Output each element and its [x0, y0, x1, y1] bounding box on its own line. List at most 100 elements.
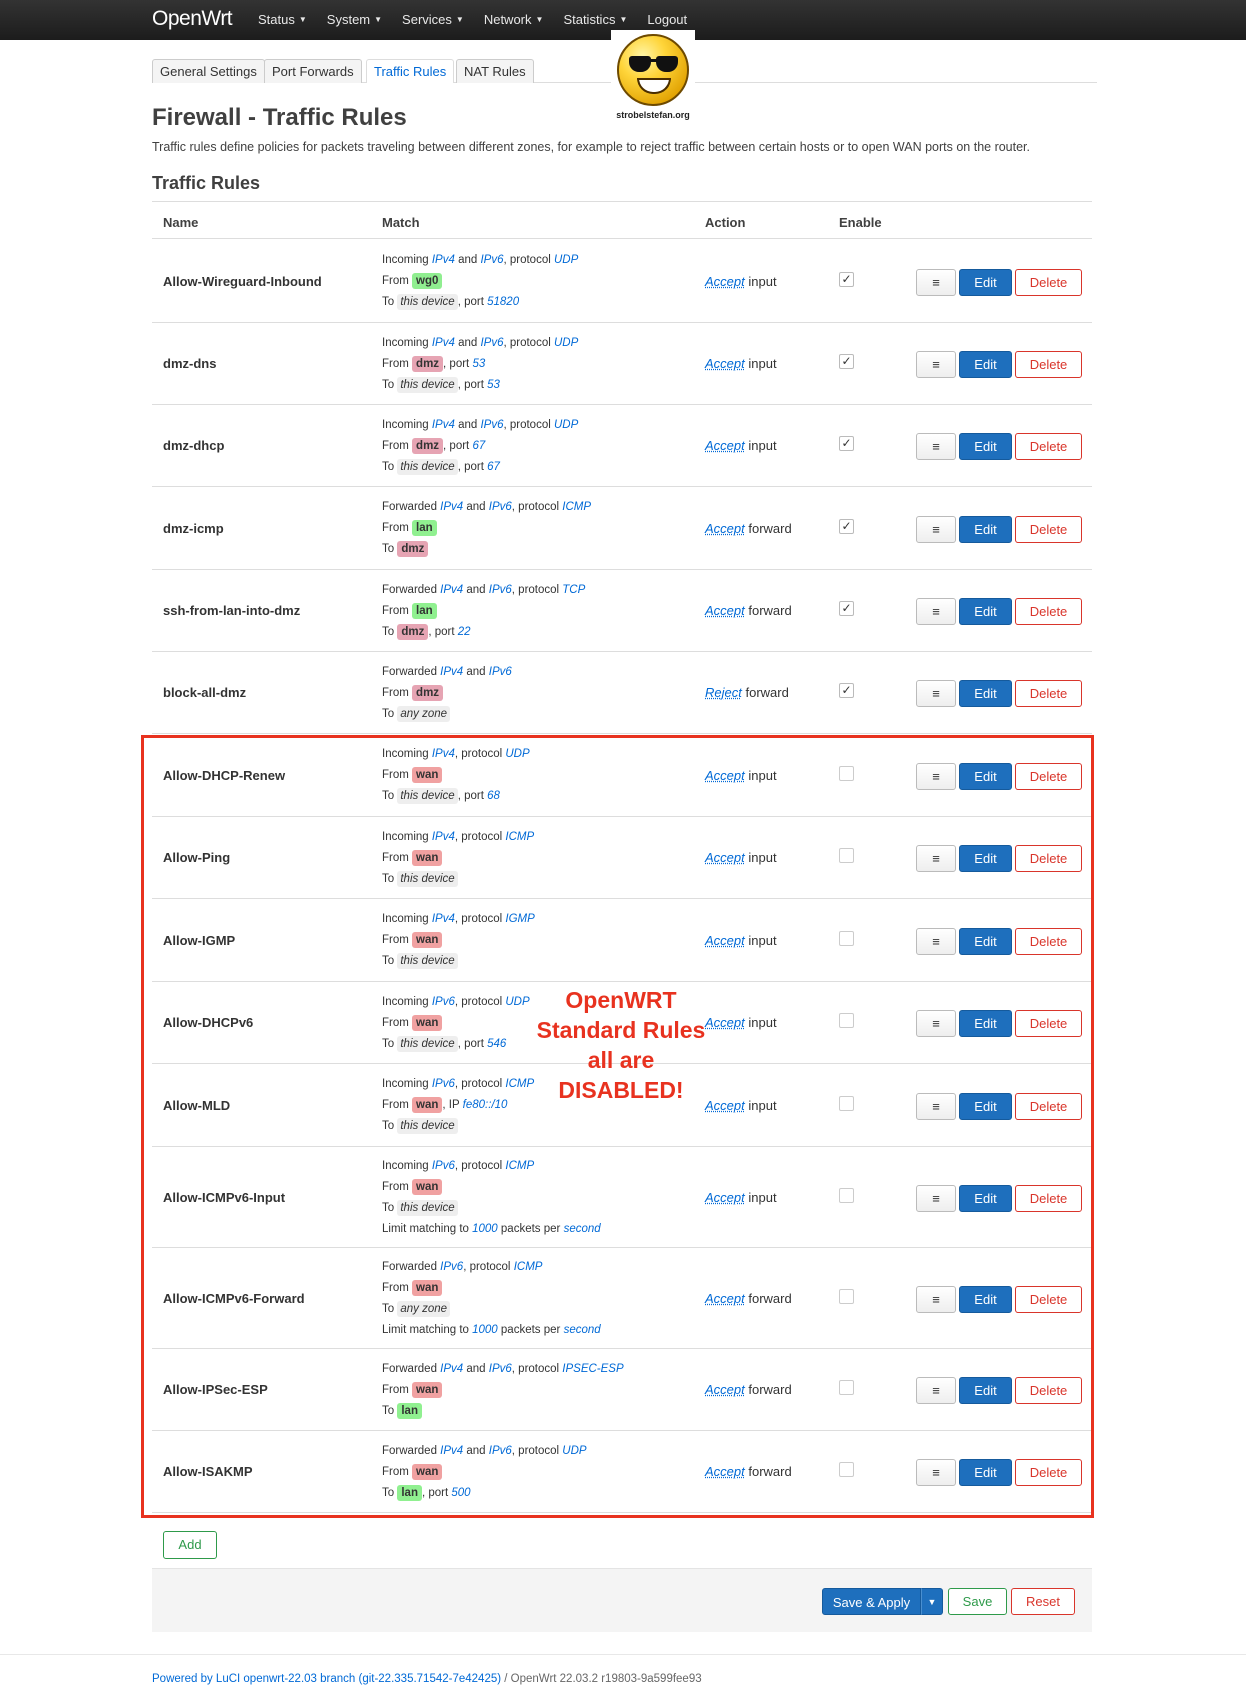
to-label: To — [382, 626, 395, 638]
delete-button[interactable]: Delete — [1015, 433, 1082, 460]
chevron-down-icon[interactable]: ▼ — [921, 1588, 943, 1615]
delete-button[interactable]: Delete — [1015, 598, 1082, 625]
table-row: dmz-icmp Forwarded IPv4 and IPv6, protoco… — [152, 487, 1092, 570]
delete-button[interactable]: Delete — [1015, 516, 1082, 543]
delete-button[interactable]: Delete — [1015, 351, 1082, 378]
match-proto-line: Forwarded IPv4 and IPv6, protocol TCP — [382, 580, 585, 601]
enable-checkbox[interactable]: ✓ — [839, 436, 854, 451]
match-keyword: 53 — [472, 358, 486, 370]
smile-mouth — [637, 78, 671, 94]
table-row: block-all-dmz Forwarded IPv4 and IPv6 From… — [152, 652, 1092, 734]
row-actions: ≡ Edit Delete — [916, 433, 1082, 460]
to-label: To — [382, 296, 395, 308]
action-target: input — [748, 274, 777, 289]
from-label: From — [382, 358, 409, 370]
match-to-line: To dmz — [382, 539, 591, 560]
save-button[interactable]: Save — [948, 1588, 1007, 1615]
reset-button[interactable]: Reset — [1011, 1588, 1075, 1615]
match-to-line: To any zone — [382, 704, 512, 725]
brand-logo[interactable]: OpenWrt — [152, 7, 233, 31]
match-text: and — [454, 254, 481, 266]
menu-services-label: Services — [402, 12, 452, 27]
smiley-face-icon — [617, 34, 689, 106]
rule-match: Incoming IPv4 and IPv6, protocol UDP From… — [382, 415, 578, 478]
match-from-line: From dmz, port 67 — [382, 436, 578, 457]
rule-name: block-all-dmz — [163, 685, 247, 700]
tab-nat-rules[interactable]: NAT Rules — [456, 59, 534, 83]
action-verb: Accept — [705, 438, 745, 453]
drag-handle-button[interactable]: ≡ — [916, 516, 956, 543]
page-footer: Powered by LuCI openwrt-22.03 branch (gi… — [152, 1673, 702, 1685]
zone-badge: lan — [412, 603, 437, 619]
match-keyword: IPv6 — [488, 584, 512, 596]
menu-logout[interactable]: Logout — [647, 12, 687, 27]
match-keyword: IPv4 — [431, 419, 455, 431]
menu-statistics[interactable]: Statistics ▼ — [563, 12, 627, 27]
match-keyword: IPv6 — [488, 501, 512, 513]
annotation-text: OpenWRT Standard Rules all are DISABLED! — [526, 985, 716, 1105]
menu-status[interactable]: Status ▼ — [258, 12, 307, 27]
delete-button[interactable]: Delete — [1015, 680, 1082, 707]
rule-action: Accept input — [705, 356, 777, 371]
device-badge: this device — [397, 294, 458, 310]
enable-checkbox[interactable]: ✓ — [839, 519, 854, 534]
device-badge: this device — [397, 377, 458, 393]
drag-handle-button[interactable]: ≡ — [916, 269, 956, 296]
save-apply-group: Save & Apply ▼ — [822, 1588, 943, 1615]
match-text: , port — [443, 358, 473, 370]
tab-port-forwards[interactable]: Port Forwards — [264, 59, 362, 83]
match-to-line: To this device, port 51820 — [382, 292, 578, 313]
match-text: Forwarded — [382, 584, 441, 596]
match-keyword: IPv4 — [431, 337, 455, 349]
match-proto-line: Incoming IPv4 and IPv6, protocol UDP — [382, 250, 578, 271]
tab-general-settings[interactable]: General Settings — [152, 59, 265, 83]
enable-checkbox[interactable]: ✓ — [839, 354, 854, 369]
delete-button[interactable]: Delete — [1015, 269, 1082, 296]
save-apply-button[interactable]: Save & Apply — [822, 1588, 921, 1615]
main-menu: Status ▼ System ▼ Services ▼ Network ▼ Stati… — [258, 12, 687, 27]
rule-name: dmz-dns — [163, 356, 217, 371]
rule-match: Incoming IPv4 and IPv6, protocol UDP From… — [382, 250, 578, 313]
menu-network[interactable]: Network ▼ — [484, 12, 544, 27]
enable-checkbox[interactable]: ✓ — [839, 601, 854, 616]
add-rule-button[interactable]: Add — [163, 1531, 217, 1559]
match-keyword: 51820 — [487, 296, 520, 308]
enable-checkbox[interactable]: ✓ — [839, 683, 854, 698]
match-from-line: From dmz, port 53 — [382, 354, 578, 375]
match-text: Forwarded — [382, 666, 441, 678]
tab-traffic-rules[interactable]: Traffic Rules — [366, 59, 455, 83]
drag-handle-button[interactable]: ≡ — [916, 433, 956, 460]
drag-handle-button[interactable]: ≡ — [916, 680, 956, 707]
edit-button[interactable]: Edit — [959, 351, 1012, 378]
action-verb: Accept — [705, 521, 745, 536]
annotation-line: all are — [587, 1047, 655, 1073]
annotation-line: OpenWRT — [565, 987, 677, 1013]
match-keyword: IPv6 — [488, 666, 512, 678]
edit-button[interactable]: Edit — [959, 433, 1012, 460]
edit-button[interactable]: Edit — [959, 598, 1012, 625]
menu-services[interactable]: Services ▼ — [402, 12, 464, 27]
from-label: From — [382, 687, 409, 699]
match-keyword: 67 — [472, 440, 486, 452]
match-text: , port — [457, 296, 488, 308]
match-text: and — [463, 666, 489, 678]
match-text: , protocol — [503, 254, 554, 266]
drag-handle-button[interactable]: ≡ — [916, 351, 956, 378]
edit-button[interactable]: Edit — [959, 269, 1012, 296]
to-label: To — [382, 461, 395, 473]
device-badge: this device — [397, 459, 458, 475]
match-keyword: IPv4 — [440, 584, 464, 596]
from-label: From — [382, 275, 409, 287]
match-proto-line: Forwarded IPv4 and IPv6, protocol ICMP — [382, 497, 591, 518]
match-from-line: From lan — [382, 518, 591, 539]
edit-button[interactable]: Edit — [959, 680, 1012, 707]
match-text: Forwarded — [382, 501, 441, 513]
drag-handle-button[interactable]: ≡ — [916, 598, 956, 625]
zone-badge: lan — [412, 520, 437, 536]
table-row: Allow-Wireguard-Inbound Incoming IPv4 and… — [152, 240, 1092, 323]
zone-badge: dmz — [412, 438, 444, 454]
edit-button[interactable]: Edit — [959, 516, 1012, 543]
menu-system[interactable]: System ▼ — [327, 12, 382, 27]
luci-link[interactable]: Powered by LuCI openwrt-22.03 branch (gi… — [152, 1673, 501, 1685]
enable-checkbox[interactable]: ✓ — [839, 272, 854, 287]
